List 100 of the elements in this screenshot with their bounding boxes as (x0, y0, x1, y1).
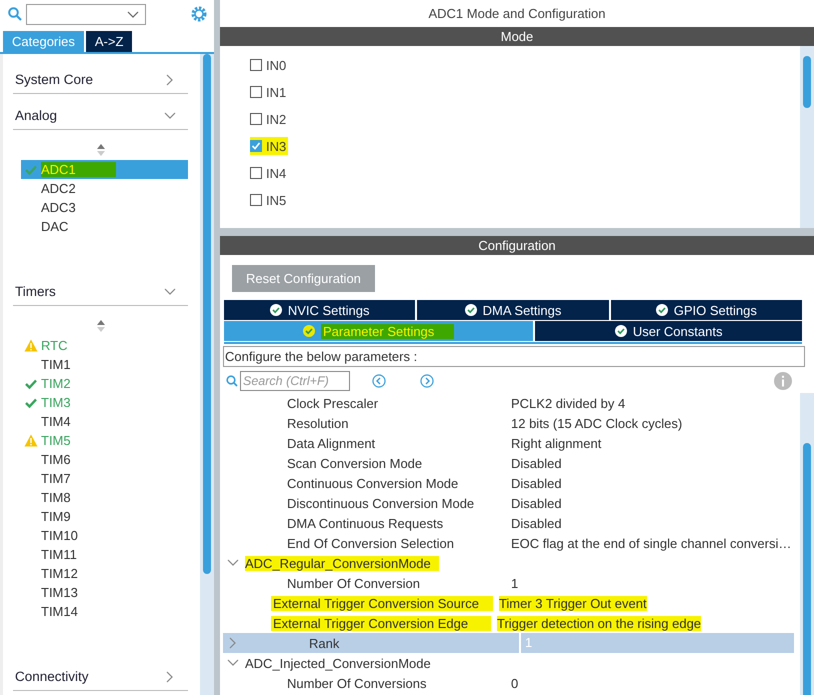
warning-icon (24, 434, 38, 447)
peripheral-item[interactable]: TIM14 (21, 602, 188, 621)
search-icon (8, 7, 22, 21)
settings-tab[interactable]: GPIO Settings (610, 300, 802, 320)
category-header[interactable]: Connectivity (13, 661, 188, 691)
peripheral-item[interactable]: TIM11 (21, 545, 188, 564)
check-circle-icon (614, 325, 627, 337)
channel-checkbox[interactable]: IN1 (250, 83, 288, 101)
peripheral-item[interactable]: TIM9 (21, 507, 188, 526)
category-label: Timers (15, 284, 56, 299)
info-icon (774, 372, 792, 390)
parameter-value: Timer 3 Trigger Out event (498, 596, 647, 610)
settings-tab[interactable]: User Constants (535, 321, 802, 341)
parameter-value: EOC flag at the end of single channel conversi… (511, 536, 792, 550)
checkmark-icon (251, 141, 261, 151)
search-icon (226, 375, 238, 387)
scrollbar[interactable] (800, 393, 814, 695)
parameter-value: Disabled (511, 516, 562, 530)
scrollbar[interactable] (200, 54, 214, 695)
peripheral-label: TIM13 (41, 585, 79, 600)
hint-text: Configure the below parameters : (223, 346, 805, 367)
peripheral-label: TIM9 (41, 509, 72, 524)
peripheral-label: TIM4 (41, 414, 72, 429)
section-header: Configuration (220, 236, 814, 255)
peripheral-label: TIM12 (41, 566, 79, 581)
peripheral-item[interactable]: ADC3 (21, 198, 188, 217)
peripheral-label: TIM6 (41, 452, 72, 467)
caret-icon (127, 10, 139, 18)
category-label: System Core (15, 72, 94, 87)
peripheral-item[interactable]: TIM12 (21, 564, 188, 583)
check-circle-icon (464, 304, 477, 316)
check-circle-icon (656, 304, 668, 316)
parameter-value: Disabled (511, 456, 562, 470)
parameter-value: Disabled (511, 476, 562, 490)
parameter-value: 12 bits (15 ADC Clock cycles) (511, 416, 682, 430)
check-circle-icon (303, 325, 316, 337)
parameter-name: Number Of Conversions (287, 676, 428, 690)
parameter-name: Continuous Conversion Mode (287, 476, 460, 490)
check-circle-icon (270, 304, 282, 316)
parameter-value: Trigger detection on the rising edge (497, 616, 702, 630)
parameter-name: Clock Prescaler (287, 396, 380, 410)
selected-row[interactable]: Rank 1 (223, 633, 794, 653)
peripheral-label: TIM2 (41, 376, 72, 391)
parameter-name: External Trigger Conversion Edge (271, 616, 491, 630)
category-header[interactable]: Analog (13, 100, 188, 130)
parameter-name: External Trigger Conversion Source (271, 596, 493, 610)
peripheral-label: DAC (41, 219, 70, 234)
scrollbar[interactable] (800, 46, 814, 228)
peripheral-item[interactable]: TIM8 (21, 488, 188, 507)
channel-checkbox[interactable]: IN5 (250, 191, 288, 209)
parameter-value: 1 (511, 576, 518, 590)
peripheral-label: TIM5 (41, 433, 72, 448)
peripheral-item[interactable]: TIM7 (21, 469, 188, 488)
parameter-value: Right alignment (511, 436, 602, 450)
peripheral-label: TIM7 (41, 471, 72, 486)
search-field[interactable]: Search (Ctrl+F) (240, 371, 350, 391)
channel-checkbox[interactable]: IN2 (250, 110, 288, 128)
sort-icon (96, 144, 106, 156)
previous-icon[interactable] (372, 374, 386, 388)
sort-icon (96, 320, 106, 332)
peripheral-item[interactable]: TIM6 (21, 450, 188, 469)
group-name: Rank (309, 636, 340, 650)
peripheral-label: TIM14 (41, 604, 79, 619)
peripheral-item[interactable]: TIM1 (21, 355, 188, 374)
panel-title: ADC1 Mode and Configuration (427, 5, 607, 23)
peripheral-label: TIM8 (41, 490, 72, 505)
parameter-value: Disabled (511, 496, 562, 510)
peripheral-label: TIM10 (41, 528, 79, 543)
parameter-name: Number Of Conversion (287, 576, 421, 590)
channel-checkbox[interactable]: IN4 (250, 164, 288, 182)
next-icon[interactable] (420, 374, 434, 388)
peripheral-label: ADC3 (41, 200, 77, 215)
peripheral-label: RTC (41, 338, 68, 353)
category-header[interactable]: Timers (13, 276, 188, 306)
settings-tab[interactable]: DMA Settings (417, 300, 609, 320)
peripheral-label: TIM1 (41, 357, 72, 372)
peripheral-item[interactable]: TIM10 (21, 526, 188, 545)
peripheral-label: ADC1 (41, 162, 116, 177)
settings-tab[interactable]: NVIC Settings (224, 300, 416, 320)
parameter-value: 1 (519, 633, 532, 653)
peripheral-item[interactable]: ADC2 (21, 179, 188, 198)
parameter-value: PCLK2 divided by 4 (511, 396, 626, 410)
group-name: ADC_Injected_ConversionMode (245, 656, 431, 670)
channel-checkbox[interactable]: IN0 (250, 56, 288, 74)
parameter-name: End Of Conversion Selection (287, 536, 455, 550)
peripheral-label: TIM3 (41, 395, 72, 410)
channel-checkbox[interactable]: IN3 (250, 137, 288, 155)
category-tab[interactable]: A->Z (86, 31, 132, 52)
parameter-name: Resolution (287, 416, 350, 430)
parameter-name: DMA Continuous Requests (287, 516, 444, 530)
parameter-name: Discontinuous Conversion Mode (287, 496, 476, 510)
peripheral-item[interactable]: TIM4 (21, 412, 188, 431)
category-header[interactable]: System Core (13, 64, 188, 94)
peripheral-item[interactable]: TIM13 (21, 583, 188, 602)
settings-icon[interactable] (190, 5, 208, 23)
warning-icon (24, 339, 38, 352)
section-header: Mode (220, 27, 814, 46)
category-label: Connectivity (15, 669, 89, 684)
search-combobox[interactable] (26, 4, 146, 24)
peripheral-item[interactable]: DAC (21, 217, 188, 236)
